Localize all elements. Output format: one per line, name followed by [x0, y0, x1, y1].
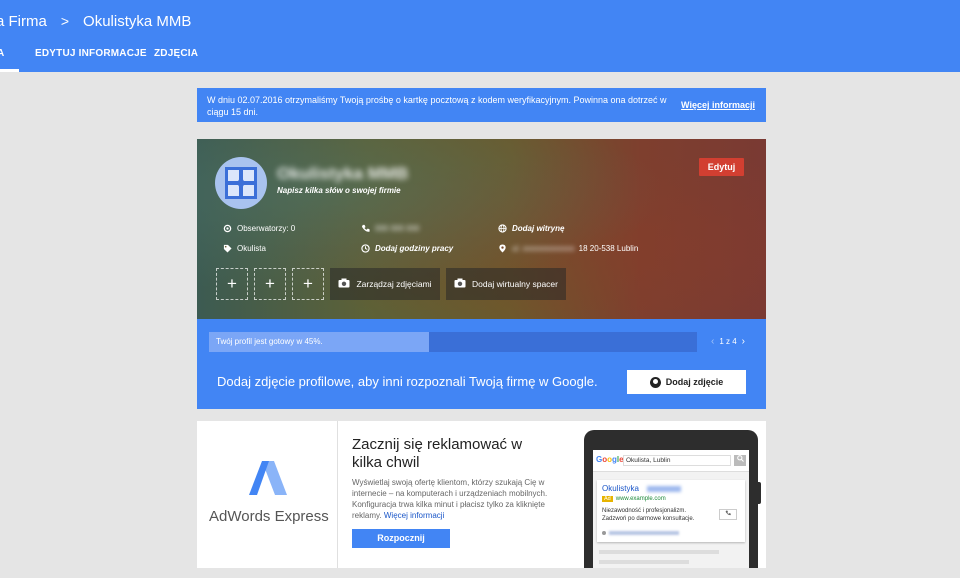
- top-app-bar: a Firma > Okulistyka MMB A EDYTUJ INFORM…: [0, 0, 960, 72]
- ads-description: Wyświetlaj swoją ofertę klientom, którzy…: [352, 477, 567, 521]
- search-bar: Google Okulista, Lublin: [593, 450, 749, 472]
- adwords-brand-panel: AdWords Express: [197, 421, 338, 568]
- search-icon: [734, 455, 746, 466]
- adwords-logo-icon: [249, 461, 287, 495]
- ad-tag: Ad: [602, 496, 613, 502]
- pager-count: 1 z 4: [719, 337, 737, 346]
- manage-photos-label: Zarządzaj zdjęciami: [356, 279, 432, 289]
- ads-more-link[interactable]: Więcej informacji: [384, 511, 444, 520]
- category-label: Okulista: [237, 243, 266, 253]
- ad-result-address-blurred: [609, 531, 679, 535]
- manage-photos-button[interactable]: Zarządzaj zdjęciami: [330, 268, 440, 300]
- ads-headline: Zacznij się reklamować w kilka chwil: [352, 436, 523, 471]
- chevron-right-icon[interactable]: ›: [742, 336, 745, 347]
- virtual-tour-label: Dodaj wirtualny spacer: [472, 279, 558, 289]
- location-pin-icon: [497, 243, 507, 253]
- ad-result-description: Niezawodność i profesjonalizm. Zadzwoń p…: [602, 508, 695, 522]
- completion-prompt: Dodaj zdjęcie profilowe, aby inni rozpoz…: [217, 374, 598, 389]
- progress-label: Twój profil jest gotowy w 45%.: [216, 337, 323, 346]
- adwords-card: AdWords Express Zacznij się reklamować w…: [197, 421, 766, 568]
- category-info: Okulista: [222, 243, 266, 253]
- address-info[interactable]: ul. xxxxxxxxxxxxx 18 20-538 Lublin: [497, 243, 638, 253]
- ad-result-card: Okulistyka Ad www.example.com Niezawodno…: [597, 480, 745, 542]
- ad-result-url-row: Ad www.example.com: [602, 496, 666, 502]
- google-logo: Google: [596, 455, 624, 464]
- chevron-left-icon[interactable]: ‹: [711, 336, 714, 347]
- clock-icon: [360, 243, 370, 253]
- ad-result-title: Okulistyka: [602, 484, 639, 493]
- account-circle-icon: [649, 376, 661, 388]
- notice-more-link[interactable]: Więcej informacji: [681, 99, 755, 111]
- followers-count: Obserwatorzy: 0: [237, 223, 296, 233]
- phone-mockup: Google Okulista, Lublin Okulistyka Ad ww…: [584, 430, 761, 568]
- tag-icon: [222, 243, 232, 253]
- address-street: ul. xxxxxxxxxxxxx: [512, 243, 575, 253]
- breadcrumb: a Firma > Okulistyka MMB: [0, 11, 191, 31]
- business-profile-card: Okulistyka MMB Napisz kilka słów o swoje…: [197, 139, 766, 319]
- verification-notice: W dniu 02.07.2016 otrzymaliśmy Twoją pro…: [197, 88, 766, 122]
- website-info[interactable]: Dodaj witrynę: [497, 223, 564, 233]
- page-title: Okulistyka MMB: [83, 12, 192, 30]
- followers-info: Obserwatorzy: 0: [222, 223, 295, 233]
- ad-result-url: www.example.com: [615, 496, 666, 502]
- start-button[interactable]: Rozpocznij: [352, 529, 450, 548]
- add-website-link[interactable]: Dodaj witrynę: [512, 224, 564, 233]
- adwords-brand-name: AdWords Express: [209, 508, 329, 525]
- location-pin-icon: [602, 531, 606, 535]
- add-hours-link[interactable]: Dodaj godziny pracy: [375, 244, 453, 253]
- tab-photos[interactable]: ZDJĘCIA: [154, 40, 198, 72]
- breadcrumb-root[interactable]: a Firma: [0, 13, 47, 30]
- tip-pager: ‹ 1 z 4 ›: [706, 336, 750, 347]
- phone-number: 000 000 000: [375, 223, 420, 233]
- ad-result-title-blurred: [647, 486, 681, 492]
- hours-info[interactable]: Dodaj godziny pracy: [360, 243, 453, 253]
- phone-screen: Google Okulista, Lublin Okulistyka Ad ww…: [593, 450, 749, 568]
- placeholder-line: [599, 560, 689, 564]
- camera-icon: [338, 278, 350, 290]
- add-photo-button[interactable]: Dodaj zdjęcie: [627, 370, 746, 394]
- search-query: Okulista, Lublin: [623, 455, 731, 466]
- ads-description-text: Wyświetlaj swoją ofertę klientom, którzy…: [352, 478, 548, 520]
- business-tagline[interactable]: Napisz kilka słów o swojej firmie: [277, 186, 401, 195]
- edit-button[interactable]: Edytuj: [699, 158, 744, 176]
- ad-result-location: [602, 530, 722, 536]
- breadcrumb-separator-icon: >: [60, 13, 70, 29]
- phone-side-button: [758, 482, 761, 504]
- add-photo-slot-2[interactable]: +: [254, 268, 286, 300]
- profile-completion-panel: Twój profil jest gotowy w 45%. ‹ 1 z 4 ›…: [197, 319, 766, 409]
- camera-icon: [454, 278, 466, 290]
- phone-icon: [719, 509, 737, 520]
- add-photo-slot-1[interactable]: +: [216, 268, 248, 300]
- phone-info[interactable]: 000 000 000: [360, 223, 420, 233]
- globe-icon: [497, 223, 507, 233]
- storefront-icon: [225, 167, 257, 199]
- notice-text: W dniu 02.07.2016 otrzymaliśmy Twoją pro…: [207, 95, 667, 117]
- address-city: 18 20-538 Lublin: [578, 243, 639, 253]
- virtual-tour-button[interactable]: Dodaj wirtualny spacer: [446, 268, 566, 300]
- placeholder-line: [599, 550, 719, 554]
- business-name[interactable]: Okulistyka MMB: [277, 164, 408, 184]
- add-photo-slot-3[interactable]: +: [292, 268, 324, 300]
- phone-icon: [360, 223, 370, 233]
- tab-overview[interactable]: A: [0, 40, 19, 72]
- progress-bar: Twój profil jest gotowy w 45%.: [209, 332, 697, 352]
- tab-edit-info[interactable]: EDYTUJ INFORMACJE: [35, 40, 147, 72]
- business-avatar[interactable]: [215, 157, 267, 209]
- share-icon: [222, 223, 232, 233]
- add-photo-label: Dodaj zdjęcie: [665, 377, 724, 387]
